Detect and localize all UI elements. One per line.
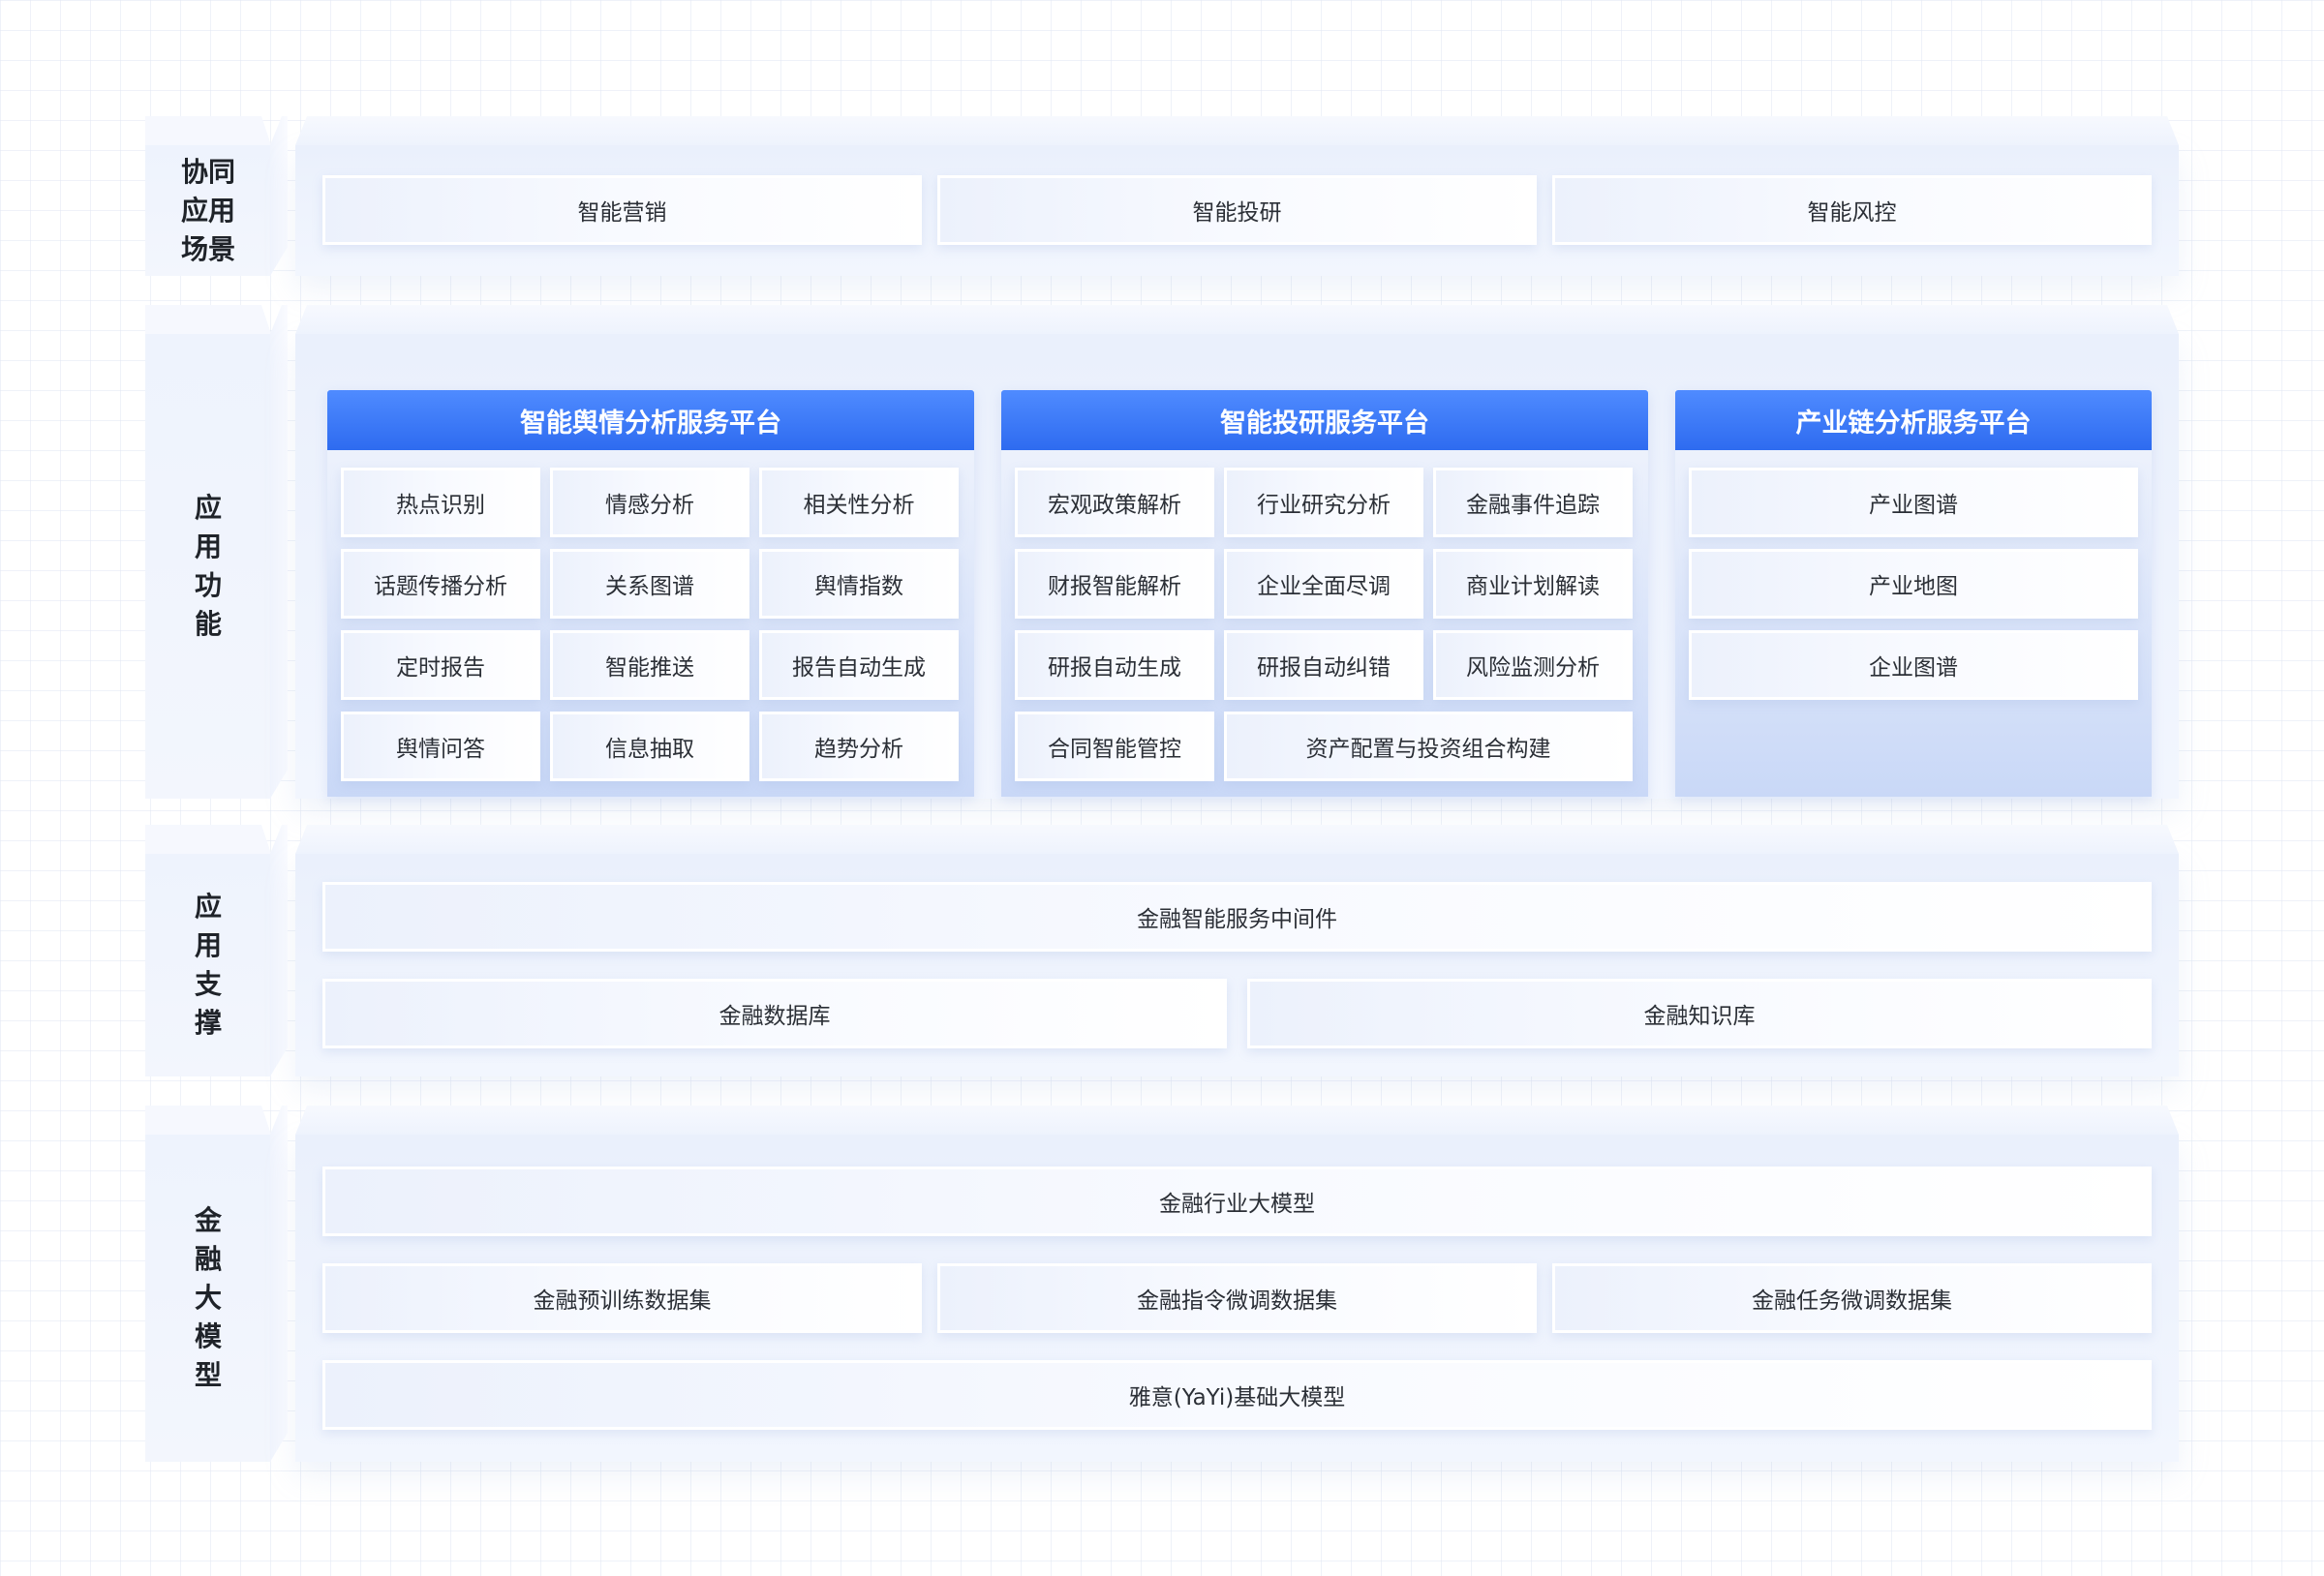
function-item: 热点识别 xyxy=(341,468,540,537)
function-item: 合同智能管控 xyxy=(1015,712,1214,781)
function-item: 企业全面尽调 xyxy=(1224,549,1423,619)
function-item: 财报智能解析 xyxy=(1015,549,1214,619)
layer-label-support: 应 用 支 撑 xyxy=(194,891,222,1039)
function-item: 舆情指数 xyxy=(759,549,959,619)
layer-label-slab: 协同 应用 场景 xyxy=(145,116,271,276)
dataset-item: 金融预训练数据集 xyxy=(322,1263,922,1333)
function-item: 舆情问答 xyxy=(341,712,540,781)
platform-title: 产业链分析服务平台 xyxy=(1675,390,2152,450)
layer-label-function: 应 用 功 能 xyxy=(194,492,222,640)
layer-scenario: 协同 应用 场景 智能营销 智能投研 智能风控 xyxy=(145,116,2179,276)
function-item: 商业计划解读 xyxy=(1433,549,1633,619)
function-item-wide: 资产配置与投资组合构建 xyxy=(1224,712,1633,781)
layer-support: 应 用 支 撑 金融智能服务中间件 金融数据库 金融知识库 xyxy=(145,825,2179,1076)
function-item: 趋势分析 xyxy=(759,712,959,781)
function-item: 信息抽取 xyxy=(550,712,749,781)
platform-title: 智能舆情分析服务平台 xyxy=(327,390,974,450)
platform-industry-chain: 产业链分析服务平台 产业图谱 产业地图 企业图谱 xyxy=(1675,390,2152,797)
function-item: 产业地图 xyxy=(1689,549,2138,619)
layer-label-slab: 应 用 支 撑 xyxy=(145,825,271,1076)
function-item: 产业图谱 xyxy=(1689,468,2138,537)
function-item: 关系图谱 xyxy=(550,549,749,619)
scenario-item: 智能风控 xyxy=(1552,175,2152,245)
dataset-item: 金融任务微调数据集 xyxy=(1552,1263,2152,1333)
function-item: 话题传播分析 xyxy=(341,549,540,619)
function-item: 研报自动生成 xyxy=(1015,630,1214,700)
function-item: 研报自动纠错 xyxy=(1224,630,1423,700)
layer-body: 智能营销 智能投研 智能风控 xyxy=(295,145,2179,276)
function-item: 风险监测分析 xyxy=(1433,630,1633,700)
layer-function: 应 用 功 能 智能舆情分析服务平台 热点识别 情感分析 相关性分析 话题传播分… xyxy=(145,305,2179,799)
layer-label-model: 金 融 大 模 型 xyxy=(194,1204,222,1391)
function-item: 行业研究分析 xyxy=(1224,468,1423,537)
layer-model: 金 融 大 模 型 金融行业大模型 金融预训练数据集 金融指令微调数据集 金融任… xyxy=(145,1106,2179,1462)
function-item: 相关性分析 xyxy=(759,468,959,537)
scenario-item: 智能营销 xyxy=(322,175,922,245)
scenario-item: 智能投研 xyxy=(937,175,1537,245)
function-item: 定时报告 xyxy=(341,630,540,700)
platform-title: 智能投研服务平台 xyxy=(1001,390,1648,450)
dataset-item: 金融指令微调数据集 xyxy=(937,1263,1537,1333)
function-item: 宏观政策解析 xyxy=(1015,468,1214,537)
layer-label-scenario: 协同 应用 场景 xyxy=(180,155,235,265)
platform-research: 智能投研服务平台 宏观政策解析 行业研究分析 金融事件追踪 财报智能解析 企业全… xyxy=(1001,390,1648,797)
platform-sentiment: 智能舆情分析服务平台 热点识别 情感分析 相关性分析 话题传播分析 关系图谱 舆… xyxy=(327,390,974,797)
function-item: 情感分析 xyxy=(550,468,749,537)
function-item: 智能推送 xyxy=(550,630,749,700)
base-model: 雅意(YaYi)基础大模型 xyxy=(322,1360,2152,1430)
support-item: 金融知识库 xyxy=(1247,979,2152,1048)
support-item: 金融数据库 xyxy=(322,979,1227,1048)
layer-label-slab: 金 融 大 模 型 xyxy=(145,1106,271,1462)
function-item: 报告自动生成 xyxy=(759,630,959,700)
function-item: 企业图谱 xyxy=(1689,630,2138,700)
support-middleware: 金融智能服务中间件 xyxy=(322,882,2152,952)
layer-body: 智能舆情分析服务平台 热点识别 情感分析 相关性分析 话题传播分析 关系图谱 舆… xyxy=(295,334,2179,799)
layer-label-slab: 应 用 功 能 xyxy=(145,305,271,799)
function-item: 金融事件追踪 xyxy=(1433,468,1633,537)
layer-body: 金融智能服务中间件 金融数据库 金融知识库 xyxy=(295,854,2179,1076)
layer-body: 金融行业大模型 金融预训练数据集 金融指令微调数据集 金融任务微调数据集 雅意(… xyxy=(295,1135,2179,1462)
industry-model: 金融行业大模型 xyxy=(322,1167,2152,1236)
